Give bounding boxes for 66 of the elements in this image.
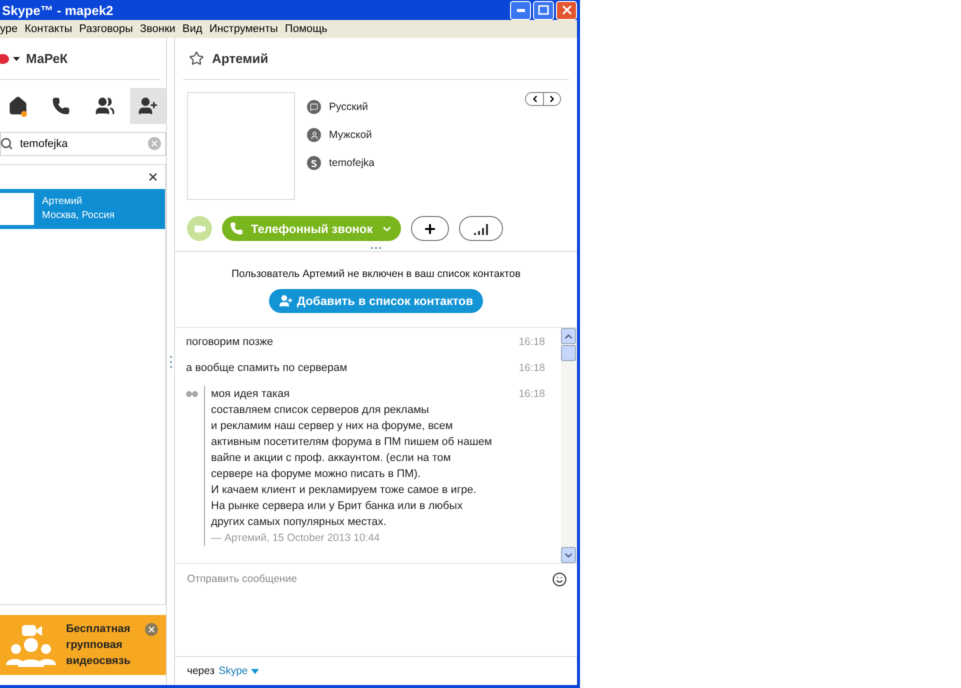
profile-detail: temofejka [329, 157, 375, 169]
emoticon-icon[interactable] [552, 572, 567, 587]
add-contact-icon [138, 96, 158, 116]
speech-bubble-icon [307, 100, 321, 114]
menu-item[interactable]: Помощь [284, 23, 332, 35]
plus-icon [422, 222, 437, 236]
close-icon[interactable] [147, 171, 159, 183]
maximize-button[interactable] [533, 0, 554, 20]
message-text: поговорим позже [186, 335, 274, 350]
phone-icon [52, 97, 70, 115]
message-text: а вообще спамить по серверам [186, 361, 348, 376]
close-icon [560, 3, 574, 17]
menu-item[interactable]: Звонки [140, 23, 180, 35]
skype-icon [307, 156, 321, 170]
user-name[interactable]: МаРеК [26, 51, 68, 66]
message-time: 16:18 [518, 335, 545, 350]
menu-item[interactable]: Разговоры [79, 23, 138, 35]
menu-item[interactable]: уре [0, 23, 23, 35]
minimize-button[interactable] [510, 0, 531, 20]
menu-item[interactable]: Контакты [24, 23, 78, 35]
result-location: Москва, Россия [42, 209, 114, 223]
profile-detail: Мужской [329, 129, 372, 141]
message-time: 16:18 [518, 387, 545, 402]
result-name: Артемий [42, 195, 84, 209]
maximize-icon [538, 5, 549, 15]
scroll-down-button[interactable] [561, 547, 576, 563]
call-quality-button[interactable] [458, 216, 503, 241]
splitter-handle[interactable] [170, 356, 172, 368]
close-icon[interactable] [145, 623, 158, 636]
menu-item[interactable]: Инструменты [209, 23, 283, 35]
person-icon [307, 128, 321, 142]
scrollbar[interactable] [561, 328, 577, 563]
promo-banner[interactable]: Бесплатная групповая видеосвязь [0, 615, 166, 675]
search-field[interactable]: temofejka [0, 132, 166, 156]
quote-source: — Артемий, 15 October 2013 10:44 [211, 531, 381, 546]
service-dropdown[interactable]: Skype [218, 665, 259, 677]
close-button[interactable] [556, 0, 577, 20]
add-contact-icon [278, 294, 293, 308]
scroll-up-button[interactable] [561, 328, 576, 344]
via-label: через [187, 665, 215, 677]
menu-item[interactable]: Вид [182, 23, 208, 35]
quote-icon [186, 390, 198, 398]
phone-icon [230, 222, 243, 235]
nav-button[interactable] [130, 88, 166, 124]
avatar [0, 193, 34, 225]
group-icon [94, 96, 115, 116]
status-icon[interactable] [0, 52, 20, 64]
favorite-star-icon[interactable] [189, 51, 204, 66]
minimize-icon [516, 8, 524, 12]
window-title: Skype™ - mapek2 [2, 2, 114, 18]
message-time: 16:18 [518, 361, 545, 376]
search-result[interactable]: Артемий Москва, Россия [0, 189, 165, 229]
profile-detail: Русский [329, 101, 368, 113]
promo-text: Бесплатная групповая видеосвязь [66, 622, 132, 669]
video-camera-icon [194, 222, 206, 234]
home-icon [8, 96, 28, 116]
signal-bars-icon [472, 222, 489, 234]
search-icon [0, 137, 13, 150]
message-text: моя идея такая составляем список серверов для рекламы и рекламим наш сервер у них на форуме, всем активным посетителям форума в ПМ пишем об нашем вайпе и акции с проф. аккаунтом. (если на том сервере на форуме можно писать в ПМ). И качаем клиент и рекламируем тоже самое в игре. На рынке сервера или у Брит банка или в любых других самых популярных местах. [211, 387, 493, 530]
add-button[interactable] [410, 216, 449, 241]
chevron-right-icon [547, 94, 557, 104]
contact-name: Артемий [212, 51, 268, 66]
notice-text: Пользователь Артемий не включен в ваш список контактов [231, 268, 521, 280]
next-button[interactable] [543, 93, 560, 105]
scroll-thumb[interactable] [561, 345, 576, 361]
video-group-icon [4, 623, 58, 667]
